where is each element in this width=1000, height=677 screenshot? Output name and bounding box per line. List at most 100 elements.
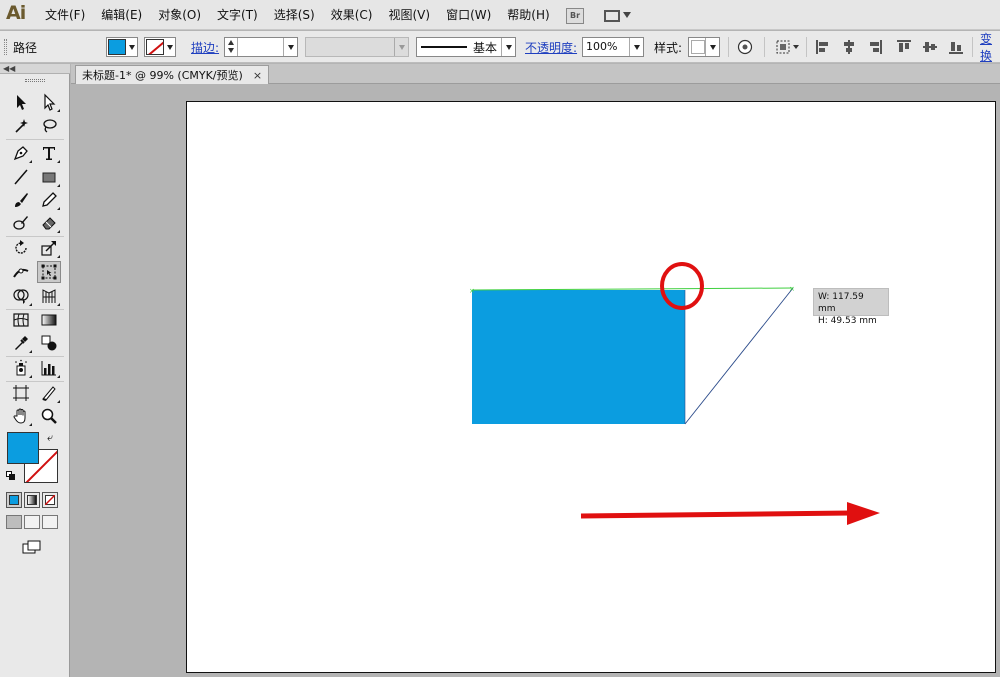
eraser-tool[interactable] xyxy=(37,212,61,234)
width-tool[interactable] xyxy=(9,261,33,283)
stroke-weight-field[interactable] xyxy=(224,37,298,57)
gradient-tool[interactable] xyxy=(37,309,61,331)
align-right-icon[interactable] xyxy=(867,39,883,55)
rectangle-icon xyxy=(42,172,56,183)
paintbrush-tool[interactable] xyxy=(9,189,33,211)
gradient-button[interactable] xyxy=(24,492,40,508)
transform-panel-link[interactable]: 变换 xyxy=(980,30,1000,64)
eyedropper-tool[interactable] xyxy=(9,332,33,354)
draw-normal-button[interactable] xyxy=(6,515,22,529)
menu-object[interactable]: 对象(O) xyxy=(150,0,209,30)
align-top-icon[interactable] xyxy=(896,39,912,55)
smart-guide-line xyxy=(471,287,794,291)
color-button[interactable] xyxy=(6,492,22,508)
direct-selection-arrow-icon xyxy=(44,93,56,111)
type-tool[interactable] xyxy=(37,142,61,164)
hand-icon xyxy=(13,408,26,424)
shape-builder-tool[interactable] xyxy=(9,285,33,307)
red-arrow-shaft xyxy=(580,510,852,519)
magic-wand-tool[interactable] xyxy=(9,115,33,137)
menu-view[interactable]: 视图(V) xyxy=(380,0,438,30)
symbol-sprayer-tool[interactable] xyxy=(9,357,33,379)
fill-swatch xyxy=(108,39,126,55)
scale-tool[interactable] xyxy=(37,237,61,259)
tool-group-indicator xyxy=(57,400,60,403)
type-t-icon xyxy=(43,147,55,160)
perspective-grid-tool[interactable] xyxy=(37,285,61,307)
opacity-value: 100% xyxy=(586,40,618,53)
tooltip-height: H: 49.53 mm xyxy=(818,316,877,326)
menu-file[interactable]: 文件(F) xyxy=(37,0,93,30)
align-vertical-center-icon[interactable] xyxy=(922,39,938,55)
fill-color-dropdown[interactable] xyxy=(106,37,138,57)
line-segment-tool[interactable] xyxy=(9,166,33,188)
stroke-weight-dropdown[interactable] xyxy=(283,38,297,56)
direct-selection-tool[interactable] xyxy=(37,91,61,113)
stroke-panel-link[interactable]: 描边: xyxy=(191,39,219,56)
align-bottom-icon[interactable] xyxy=(948,39,964,55)
blue-rectangle[interactable] xyxy=(472,290,685,424)
graphic-style-dropdown-button[interactable] xyxy=(705,38,719,56)
pen-tool[interactable] xyxy=(9,142,33,164)
align-left-icon[interactable] xyxy=(815,39,831,55)
free-transform-tool[interactable] xyxy=(37,261,61,283)
variable-width-dropdown-button xyxy=(394,38,408,56)
close-icon[interactable]: × xyxy=(253,69,262,82)
stroke-weight-stepper[interactable] xyxy=(225,38,238,56)
menu-type[interactable]: 文字(T) xyxy=(209,0,266,30)
rectangle-tool[interactable] xyxy=(37,166,61,188)
align-to-selection-icon[interactable] xyxy=(775,39,801,55)
chevron-down-icon xyxy=(167,44,173,50)
mesh-tool[interactable] xyxy=(9,309,33,331)
bridge-button[interactable]: Br xyxy=(566,8,584,24)
menu-select[interactable]: 选择(S) xyxy=(266,0,323,30)
transparency-panel-link[interactable]: 不透明度: xyxy=(525,39,577,56)
graphic-style-dropdown[interactable] xyxy=(688,37,720,57)
align-horizontal-center-icon[interactable] xyxy=(841,39,857,55)
panel-grip[interactable] xyxy=(25,79,45,82)
zoom-tool[interactable] xyxy=(37,405,61,427)
selection-tool[interactable] xyxy=(9,91,33,113)
rotate-tool[interactable] xyxy=(9,237,33,259)
selection-arrow-icon xyxy=(17,95,26,110)
column-graph-tool[interactable] xyxy=(37,357,61,379)
blob-brush-tool[interactable] xyxy=(9,212,33,234)
screen-mode-icon[interactable] xyxy=(22,540,42,556)
pencil-tool[interactable] xyxy=(37,189,61,211)
menu-window[interactable]: 窗口(W) xyxy=(438,0,499,30)
tool-group-indicator xyxy=(29,160,32,163)
eraser-icon xyxy=(42,217,56,230)
swap-fill-stroke-icon[interactable]: ⤶ xyxy=(47,432,53,443)
default-fill-stroke-icon[interactable] xyxy=(6,471,15,480)
arrange-documents-button[interactable] xyxy=(604,8,632,24)
lasso-tool[interactable] xyxy=(37,115,61,137)
tool-group-indicator xyxy=(29,423,32,426)
toolbox-header[interactable]: ◀◀ xyxy=(0,64,70,74)
menu-effect[interactable]: 效果(C) xyxy=(323,0,381,30)
collapse-icon[interactable]: ◀◀ xyxy=(3,64,15,74)
brush-definition-dropdown-button[interactable] xyxy=(501,38,515,56)
opacity-field[interactable]: 100% xyxy=(582,37,644,57)
draw-inside-button[interactable] xyxy=(42,515,58,529)
brush-definition-dropdown[interactable]: 基本 xyxy=(416,37,516,57)
stroke-color-dropdown[interactable] xyxy=(144,37,176,57)
tool-group-indicator xyxy=(29,303,32,306)
magic-wand-icon xyxy=(15,119,28,133)
artwork-layer: × × xyxy=(469,262,880,525)
hand-tool[interactable] xyxy=(9,405,33,427)
draw-behind-button[interactable] xyxy=(24,515,40,529)
canvas-area[interactable]: × × W: 117.59 mm H: 49.53 mm xyxy=(71,85,1000,677)
tooltip-width: W: 117.59 mm xyxy=(818,292,864,314)
slice-tool[interactable] xyxy=(37,382,61,404)
slice-knife-icon xyxy=(42,386,56,401)
recolor-artwork-icon[interactable] xyxy=(737,39,753,55)
artboard-tool[interactable] xyxy=(9,382,33,404)
menu-edit[interactable]: 编辑(E) xyxy=(93,0,150,30)
blend-tool[interactable] xyxy=(37,332,61,354)
document-tab[interactable]: 未标题-1* @ 99% (CMYK/预览) × xyxy=(75,65,270,84)
menu-help[interactable]: 帮助(H) xyxy=(499,0,557,30)
fill-color-box[interactable] xyxy=(7,432,39,464)
opacity-dropdown[interactable] xyxy=(629,38,643,56)
panel-grip[interactable] xyxy=(4,39,7,55)
none-button[interactable] xyxy=(42,492,58,508)
